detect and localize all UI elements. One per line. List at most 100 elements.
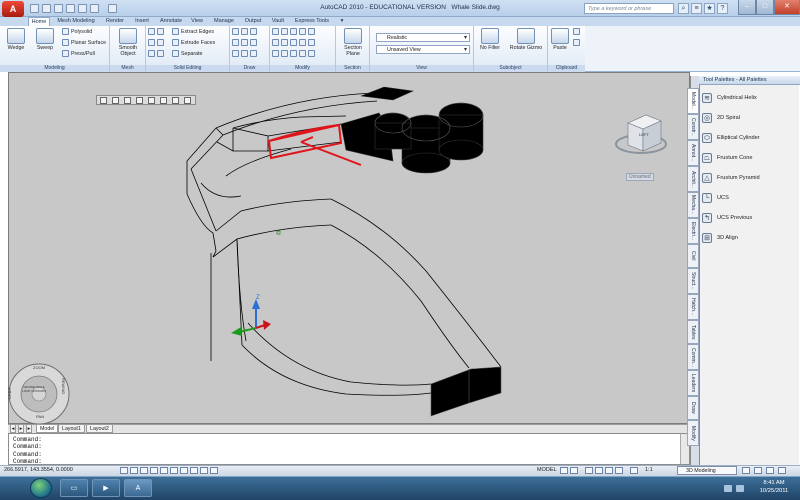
tab-render[interactable]: Render bbox=[102, 17, 128, 26]
close-button[interactable]: ✕ bbox=[774, 0, 800, 15]
panel-title-mesh[interactable]: Mesh bbox=[110, 65, 145, 72]
pan-icon[interactable] bbox=[585, 467, 593, 474]
isolate-objects-icon[interactable] bbox=[766, 467, 774, 474]
tab-insert[interactable]: Insert bbox=[131, 17, 153, 26]
tab-vault[interactable]: Vault bbox=[268, 17, 288, 26]
tab-annotate[interactable]: Annotate bbox=[156, 17, 186, 26]
palette-item-ucs-previous[interactable]: ↰ UCS Previous bbox=[700, 211, 780, 225]
palette-tab-annotation[interactable]: Annot... bbox=[687, 140, 699, 166]
panel-title-subobject[interactable]: Subobject bbox=[474, 65, 547, 72]
clean-screen-icon[interactable] bbox=[778, 467, 786, 474]
annotation-visibility-icon[interactable] bbox=[630, 467, 638, 474]
palette-tab-structural[interactable]: Struct... bbox=[687, 268, 699, 294]
solid-editing-row3-icons[interactable] bbox=[148, 50, 166, 59]
layout-tab-model[interactable]: Model bbox=[36, 425, 59, 433]
otrack-icon[interactable] bbox=[170, 467, 178, 474]
network-tray-icon[interactable] bbox=[724, 485, 732, 492]
smooth-object-button[interactable]: Smooth Object bbox=[114, 28, 142, 57]
extract-edges-button[interactable]: Extract Edges bbox=[172, 28, 214, 37]
section-plane-button[interactable]: Section Plane bbox=[339, 28, 367, 57]
planar-surface-button[interactable]: Planar Surface bbox=[62, 39, 106, 48]
palette-item-frustum-cone[interactable]: ⏢ Frustum Cone bbox=[700, 151, 780, 165]
panel-title-solid-editing[interactable]: Solid Editing bbox=[146, 65, 229, 72]
wheel-inner-label[interactable]: CENTER WALK LOOK UP/DOWN bbox=[22, 385, 46, 393]
grip-point[interactable] bbox=[276, 230, 281, 235]
tab-view[interactable]: View bbox=[188, 17, 206, 26]
grid-icon[interactable] bbox=[130, 467, 138, 474]
extrude-faces-button[interactable]: Extrude Faces bbox=[172, 39, 215, 48]
layout-last-icon[interactable]: ▸ bbox=[26, 425, 32, 433]
palette-tab-civil[interactable]: Civil bbox=[687, 244, 699, 268]
named-view-dropdown[interactable]: Unsaved View bbox=[376, 45, 470, 54]
minimize-button[interactable]: – bbox=[738, 0, 756, 15]
palette-tab-tables[interactable]: Tables bbox=[687, 320, 699, 344]
lock-icon[interactable] bbox=[742, 467, 750, 474]
snap-icon[interactable] bbox=[120, 467, 128, 474]
modify-row1[interactable] bbox=[272, 28, 317, 37]
panel-title-modify[interactable]: Modify bbox=[270, 65, 335, 72]
application-menu-button[interactable]: A bbox=[2, 1, 24, 17]
quick-view-drawings-icon[interactable] bbox=[570, 467, 578, 474]
no-filter-button[interactable]: No Filter bbox=[476, 28, 504, 51]
solid-editing-row1-icons[interactable] bbox=[148, 28, 166, 37]
toolbar-tool-icon[interactable] bbox=[124, 97, 131, 104]
palette-item-3d-align[interactable]: ⊞ 3D Align bbox=[700, 231, 780, 245]
sweep-button[interactable]: Sweep bbox=[32, 28, 58, 51]
volume-tray-icon[interactable] bbox=[736, 485, 744, 492]
toolbar-tool-icon[interactable] bbox=[136, 97, 143, 104]
ortho-icon[interactable] bbox=[140, 467, 148, 474]
undo-icon[interactable] bbox=[66, 4, 75, 13]
floating-toolbar[interactable] bbox=[96, 95, 196, 105]
quick-view-layouts-icon[interactable] bbox=[560, 467, 568, 474]
redo-icon[interactable] bbox=[78, 4, 87, 13]
coordinates-display[interactable]: 266.5917, 143.3554, 0.0000 bbox=[4, 467, 73, 473]
zoom-icon[interactable] bbox=[595, 467, 603, 474]
visual-style-dropdown[interactable]: Realistic bbox=[376, 33, 470, 42]
palette-tab-modeling[interactable]: Model... bbox=[687, 88, 699, 114]
palette-tab-mechanical[interactable]: Mecha... bbox=[687, 192, 699, 218]
palette-item-cylindrical-helix[interactable]: ≋ Cylindrical Helix bbox=[700, 91, 780, 105]
palette-item-2d-spiral[interactable]: ◎ 2D Spiral bbox=[700, 111, 780, 125]
layout-next-icon[interactable]: ▸ bbox=[18, 425, 24, 433]
palette-item-ucs[interactable]: └ UCS bbox=[700, 191, 780, 205]
toolbar-tool-icon[interactable] bbox=[100, 97, 107, 104]
dyn-icon[interactable] bbox=[190, 467, 198, 474]
palette-tab-leaders[interactable]: Leaders bbox=[687, 370, 699, 396]
new-file-icon[interactable] bbox=[30, 4, 39, 13]
modify-row3[interactable] bbox=[272, 50, 317, 59]
draw-row3[interactable] bbox=[232, 50, 259, 59]
wheel-orbit-label[interactable]: ORBIT bbox=[7, 387, 12, 399]
tab-express-tools[interactable]: Express Tools bbox=[291, 17, 333, 26]
model-space-label[interactable]: MODEL bbox=[537, 467, 557, 473]
communication-center-icon[interactable]: ≡ bbox=[691, 3, 702, 14]
tab-manage[interactable]: Manage bbox=[210, 17, 238, 26]
tab-mesh-modeling[interactable]: Mesh Modeling bbox=[54, 17, 98, 26]
explorer-icon[interactable]: ▭ bbox=[60, 479, 88, 497]
workspace-dropdown-icon[interactable] bbox=[108, 4, 117, 13]
tab-home[interactable]: Home bbox=[28, 17, 50, 26]
maximize-button[interactable]: □ bbox=[756, 0, 774, 15]
paste-button[interactable]: Paste bbox=[550, 28, 570, 51]
hardware-acceleration-icon[interactable] bbox=[754, 467, 762, 474]
osnap-icon[interactable] bbox=[160, 467, 168, 474]
wedge-button[interactable]: Wedge bbox=[3, 28, 29, 51]
solid-editing-row2-icons[interactable] bbox=[148, 39, 166, 48]
palette-tab-hatches[interactable]: Hatch... bbox=[687, 294, 699, 320]
command-window[interactable]: Command: Command: Command: Command: bbox=[8, 433, 690, 465]
tool-palette-title[interactable]: Tool Palettes - All Palettes bbox=[699, 76, 800, 85]
search-input[interactable]: Type a keyword or phrase bbox=[584, 3, 674, 14]
toolbar-tool-icon[interactable] bbox=[172, 97, 179, 104]
panel-title-section[interactable]: Section bbox=[336, 65, 369, 72]
toolbar-tool-icon[interactable] bbox=[148, 97, 155, 104]
taskbar-clock[interactable]: 8:41 AM 10/25/2011 bbox=[750, 479, 798, 495]
panel-title-clipboard[interactable]: Clipboard bbox=[548, 65, 585, 72]
palette-tab-constraints[interactable]: Constr... bbox=[687, 114, 699, 140]
toolbar-tool-icon[interactable] bbox=[160, 97, 167, 104]
toolbar-tool-icon[interactable] bbox=[112, 97, 119, 104]
layout-tab-layout2[interactable]: Layout2 bbox=[86, 425, 113, 433]
annotation-scale[interactable]: 1:1 bbox=[645, 467, 653, 473]
rotate-gizmo-button[interactable]: Rotate Gizmo bbox=[506, 28, 546, 51]
draw-row2[interactable] bbox=[232, 39, 259, 48]
steering-wheel-icon[interactable] bbox=[605, 467, 613, 474]
open-file-icon[interactable] bbox=[42, 4, 51, 13]
